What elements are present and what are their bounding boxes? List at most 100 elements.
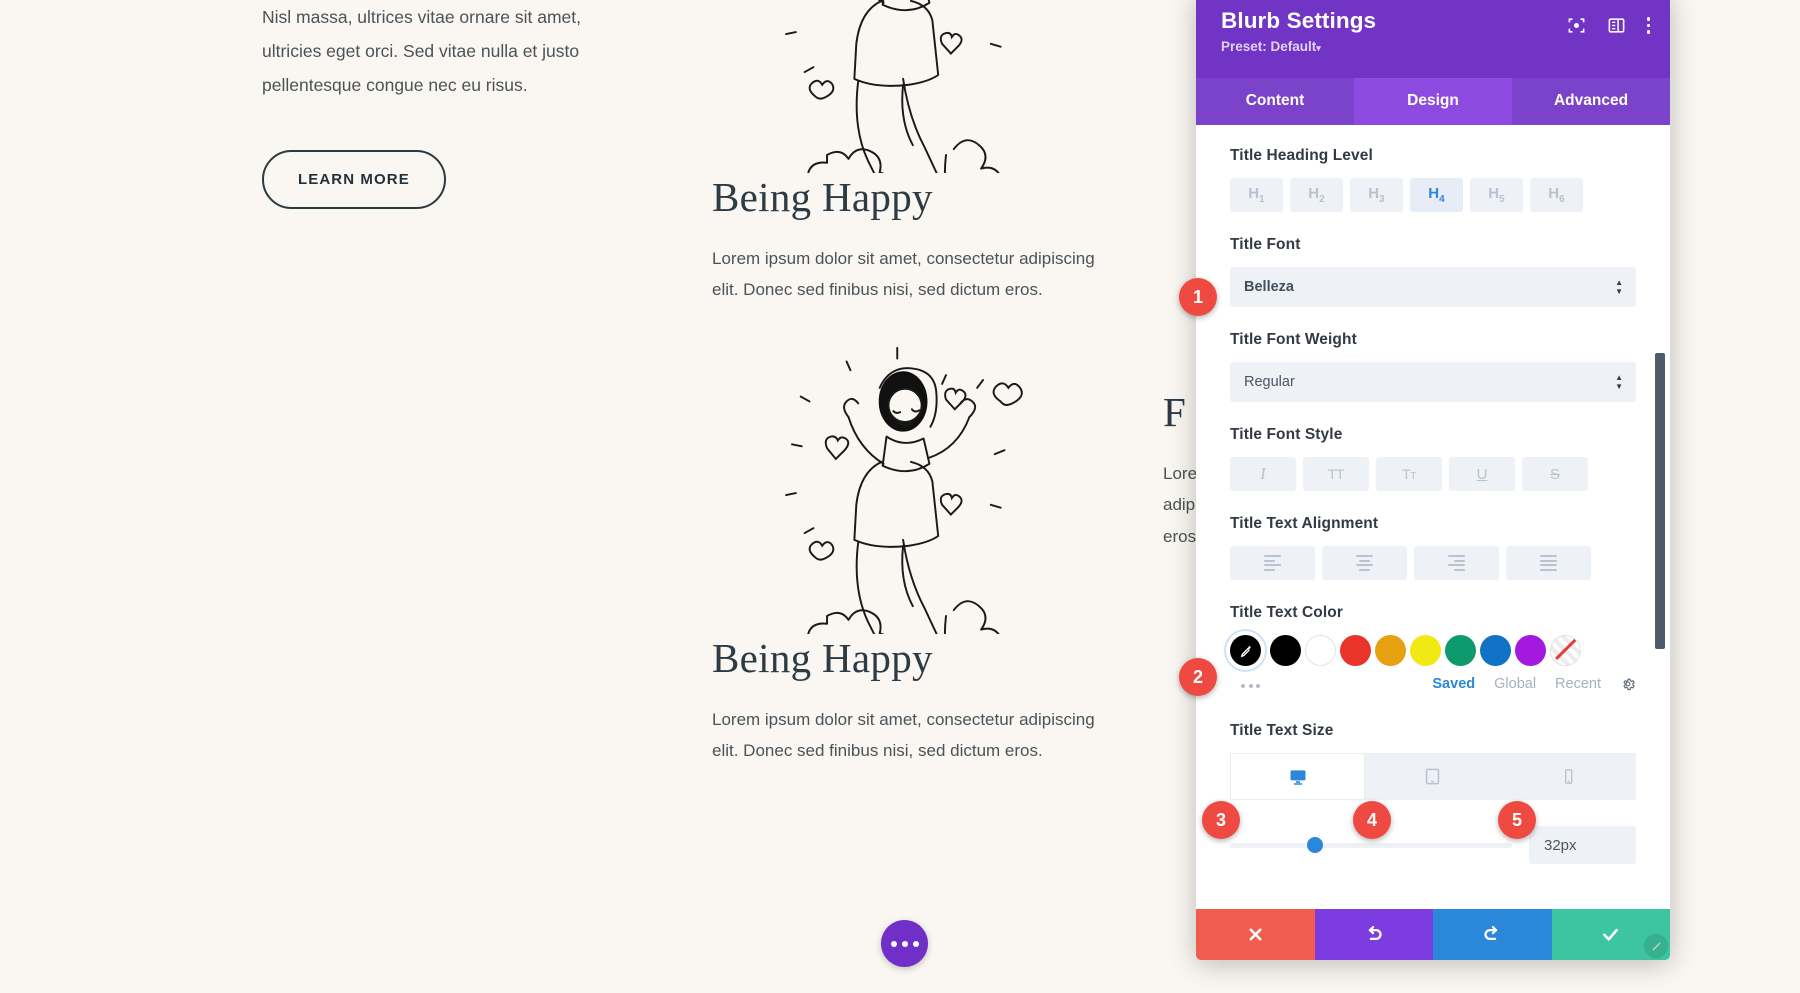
save-button[interactable]	[1551, 909, 1670, 960]
modal-title: Blurb Settings	[1221, 8, 1377, 33]
align-left-icon[interactable]	[1230, 546, 1315, 580]
modal-tabs: Content Design Advanced	[1196, 78, 1670, 125]
resize-grip-icon	[1652, 942, 1660, 950]
color-swatch-black[interactable]	[1270, 635, 1301, 666]
field-label: Title Heading Level	[1230, 147, 1373, 164]
layout-panel-icon[interactable]	[1607, 16, 1626, 35]
blurb-card-1[interactable]: Being Happy Lorem ipsum dolor sit amet, …	[712, 0, 1102, 305]
field-label: Title Text Alignment	[1230, 515, 1379, 532]
field-label: Title Text Color	[1230, 604, 1343, 621]
color-swatch-purple[interactable]	[1515, 635, 1546, 666]
chevron-down-icon: ▾	[1316, 43, 1321, 53]
uppercase-icon[interactable]: TT	[1303, 457, 1369, 491]
modal-preset-selector[interactable]: Preset: Default▾	[1221, 39, 1567, 54]
step-badge-4: 4	[1353, 801, 1391, 839]
step-badge-1: 1	[1179, 278, 1217, 316]
preset-label: Preset: Default	[1221, 39, 1317, 54]
heading-sub-5: 5	[1499, 194, 1505, 205]
eyedropper-glyph	[1240, 645, 1251, 657]
kebab-menu-icon[interactable]	[1646, 17, 1650, 34]
field-title-text-alignment: Title Text Alignment	[1230, 515, 1636, 580]
desktop-icon	[1290, 769, 1306, 785]
eyedropper-icon[interactable]	[1230, 635, 1261, 666]
heading-sub-4: 4	[1439, 194, 1445, 205]
color-swatch-orange[interactable]	[1375, 635, 1406, 666]
learn-more-button[interactable]: LEARN MORE	[262, 150, 446, 210]
field-title-font-weight: Title Font Weight Regular ▲ ▼	[1230, 331, 1636, 402]
gear-icon[interactable]	[1620, 676, 1636, 692]
step-badge-3: 3	[1202, 801, 1240, 839]
field-title-font-style: Title Font Style I TT TT U S	[1230, 426, 1636, 491]
blurb-title-2: Being Happy	[712, 634, 933, 681]
color-swatch-yellow[interactable]	[1410, 635, 1441, 666]
heading-level-h6[interactable]: H6	[1530, 178, 1583, 212]
content-column-middle: Being Happy Lorem ipsum dolor sit amet, …	[712, 0, 1102, 767]
title-text-size-input[interactable]: 32px	[1529, 826, 1636, 864]
heading-sub-6: 6	[1559, 194, 1565, 205]
small-caps-icon[interactable]: TT	[1376, 457, 1442, 491]
check-icon	[1603, 928, 1619, 941]
color-swatch-green[interactable]	[1445, 635, 1476, 666]
tab-content[interactable]: Content	[1196, 78, 1354, 125]
step-badge-2: 2	[1179, 658, 1217, 696]
device-tab-phone[interactable]	[1500, 753, 1636, 800]
happy-girl-illustration-1	[785, 0, 1002, 173]
underline-icon[interactable]: U	[1449, 457, 1515, 491]
heading-sub-1: 1	[1259, 194, 1265, 205]
field-title-text-size: Title Text Size 32px	[1230, 722, 1636, 864]
resize-handle[interactable]	[1644, 934, 1668, 958]
align-center-icon[interactable]	[1322, 546, 1407, 580]
field-title-font: Title Font Belleza ▲ ▼	[1230, 236, 1636, 307]
phone-icon	[1564, 769, 1573, 784]
device-tab-tablet[interactable]	[1365, 753, 1501, 800]
color-swatch-transparent[interactable]	[1550, 635, 1581, 666]
cancel-button[interactable]	[1196, 909, 1315, 960]
heading-level-h2[interactable]: H2	[1290, 178, 1343, 212]
align-right-icon[interactable]	[1414, 546, 1499, 580]
color-tab-recent[interactable]: Recent	[1555, 676, 1601, 692]
slider-knob[interactable]	[1306, 837, 1323, 853]
modal-header: Blurb Settings Preset: Default▾	[1196, 0, 1670, 78]
italic-icon[interactable]: I	[1230, 457, 1296, 491]
more-colors-button[interactable]	[1241, 683, 1260, 688]
align-justify-icon[interactable]	[1506, 546, 1591, 580]
field-title-heading-level: Title Heading Level H1 H2 H3 H4 H5 H6	[1230, 147, 1636, 212]
step-badge-5: 5	[1498, 801, 1536, 839]
device-tab-desktop[interactable]	[1230, 753, 1366, 800]
heading-sub-2: 2	[1319, 194, 1325, 205]
tablet-icon	[1426, 768, 1440, 785]
tab-advanced[interactable]: Advanced	[1512, 78, 1670, 125]
field-label: Title Font	[1230, 236, 1301, 253]
dot	[912, 940, 919, 947]
title-font-weight-value: Regular	[1244, 374, 1295, 390]
heading-level-h3[interactable]: H3	[1350, 178, 1403, 212]
tab-design[interactable]: Design	[1354, 78, 1512, 125]
blurb-card-2[interactable]: Being Happy Lorem ipsum dolor sit amet, …	[712, 341, 1102, 766]
page-more-options-fab[interactable]	[881, 920, 928, 967]
modal-body: Title Heading Level H1 H2 H3 H4 H5 H6 Ti…	[1196, 125, 1670, 909]
blurb-settings-modal: Blurb Settings Preset: Default▾ Content …	[1196, 0, 1670, 960]
modal-footer	[1196, 909, 1670, 960]
field-label: Title Font Style	[1230, 426, 1343, 443]
color-tab-saved[interactable]: Saved	[1432, 676, 1475, 692]
title-font-select[interactable]: Belleza ▲ ▼	[1230, 267, 1636, 307]
field-title-text-color: Title Text Color Saved Global Recent	[1230, 604, 1636, 692]
redo-icon	[1484, 925, 1498, 941]
heading-level-h4[interactable]: H4	[1410, 178, 1463, 212]
color-swatch-blue[interactable]	[1480, 635, 1511, 666]
undo-button[interactable]	[1314, 909, 1433, 960]
title-font-weight-select[interactable]: Regular ▲ ▼	[1230, 362, 1636, 402]
color-swatch-red[interactable]	[1340, 635, 1371, 666]
color-tab-global[interactable]: Global	[1494, 676, 1536, 692]
strikethrough-icon[interactable]: S	[1522, 457, 1588, 491]
screen-root: Nisl massa, ultrices vitae ornare sit am…	[0, 0, 1800, 993]
select-stepper-icon: ▲ ▼	[1615, 278, 1623, 296]
color-swatch-white[interactable]	[1305, 635, 1336, 666]
focus-frame-icon[interactable]	[1567, 16, 1586, 35]
heading-sub-3: 3	[1379, 194, 1385, 205]
heading-level-h5[interactable]: H5	[1470, 178, 1523, 212]
redo-button[interactable]	[1433, 909, 1552, 960]
heading-level-h1[interactable]: H1	[1230, 178, 1283, 212]
modal-scrollbar[interactable]	[1655, 353, 1665, 649]
dot	[890, 940, 897, 947]
